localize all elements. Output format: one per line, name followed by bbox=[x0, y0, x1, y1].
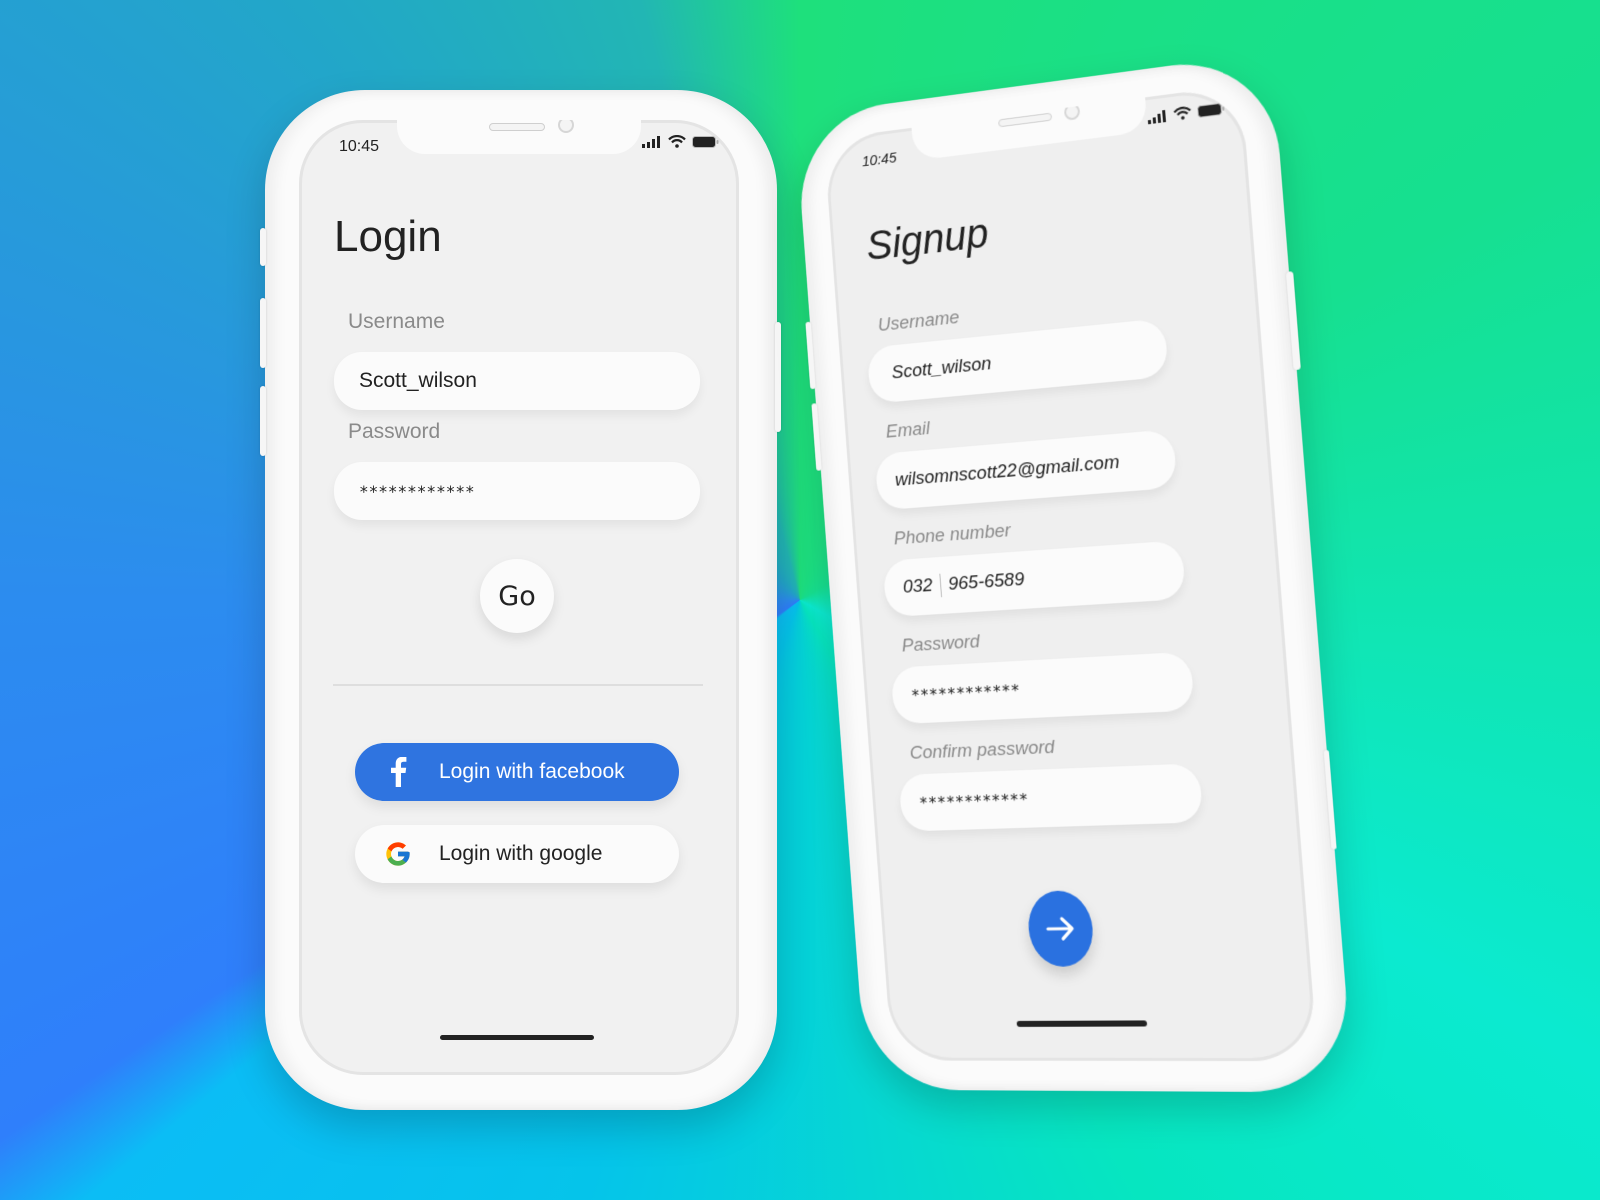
login-phone: 10:45 Login Username Scott_wilson Passwo… bbox=[260, 90, 781, 1110]
camera bbox=[1063, 102, 1081, 121]
username-input[interactable]: Scott_wilson bbox=[334, 352, 700, 410]
mute-switch bbox=[260, 228, 266, 266]
password-input[interactable]: ************ bbox=[890, 651, 1195, 725]
signal-icon bbox=[642, 135, 660, 148]
status-icons bbox=[1147, 101, 1225, 124]
username-label: Username bbox=[348, 310, 445, 333]
volume-up-button bbox=[260, 298, 266, 368]
email-label: Email bbox=[885, 418, 931, 443]
facebook-icon bbox=[373, 757, 423, 787]
battery-icon bbox=[692, 135, 719, 148]
side-button bbox=[1323, 749, 1337, 850]
power-button bbox=[775, 322, 781, 432]
phone-label: Phone number bbox=[893, 520, 1012, 550]
battery-icon bbox=[1197, 102, 1225, 118]
notch bbox=[911, 97, 1148, 161]
status-time: 10:45 bbox=[861, 149, 898, 171]
login-screen: 10:45 Login Username Scott_wilson Passwo… bbox=[299, 120, 739, 1075]
google-login-button[interactable]: Login with google bbox=[355, 825, 679, 883]
arrow-right-icon bbox=[1045, 915, 1076, 941]
google-icon bbox=[373, 840, 423, 868]
volume-button bbox=[811, 403, 822, 471]
signup-phone-wrapper: 10:45 Signup Username Scott_wilson Email… bbox=[785, 39, 1379, 1124]
email-input[interactable]: wilsomnscott22@gmail.com bbox=[874, 429, 1178, 511]
phone-area-code: 032 bbox=[902, 575, 934, 598]
wifi-icon bbox=[668, 135, 686, 148]
home-indicator bbox=[1016, 1020, 1148, 1027]
confirm-password-label: Confirm password bbox=[909, 736, 1056, 764]
page-title: Login bbox=[334, 212, 442, 261]
volume-button bbox=[805, 321, 816, 390]
google-login-label: Login with google bbox=[439, 842, 603, 865]
go-button[interactable]: Go bbox=[480, 559, 554, 633]
power-button bbox=[1285, 271, 1301, 371]
phone-input[interactable]: 032 965-6589 bbox=[882, 540, 1187, 618]
notch bbox=[397, 120, 641, 154]
page-title: Signup bbox=[864, 209, 990, 269]
signup-screen: 10:45 Signup Username Scott_wilson Email… bbox=[823, 84, 1319, 1062]
username-label: Username bbox=[877, 307, 961, 336]
speaker bbox=[998, 112, 1053, 128]
divider bbox=[333, 684, 703, 686]
camera bbox=[558, 120, 574, 133]
volume-down-button bbox=[260, 386, 266, 456]
submit-arrow-button[interactable] bbox=[1025, 890, 1096, 968]
signup-phone: 10:45 Signup Username Scott_wilson Email… bbox=[794, 51, 1354, 1093]
facebook-login-button[interactable]: Login with facebook bbox=[355, 743, 679, 801]
facebook-login-label: Login with facebook bbox=[439, 760, 625, 783]
status-time: 10:45 bbox=[339, 138, 380, 155]
speaker bbox=[489, 123, 545, 131]
password-label: Password bbox=[348, 420, 441, 443]
password-label: Password bbox=[901, 631, 981, 657]
status-icons bbox=[642, 135, 719, 148]
confirm-password-input[interactable]: ************ bbox=[898, 763, 1204, 832]
password-input[interactable]: ************ bbox=[334, 462, 700, 520]
signal-icon bbox=[1147, 109, 1166, 124]
wifi-icon bbox=[1173, 106, 1192, 120]
phone-number: 965-6589 bbox=[947, 569, 1026, 595]
phone-separator bbox=[939, 573, 942, 598]
home-indicator bbox=[440, 1035, 594, 1040]
